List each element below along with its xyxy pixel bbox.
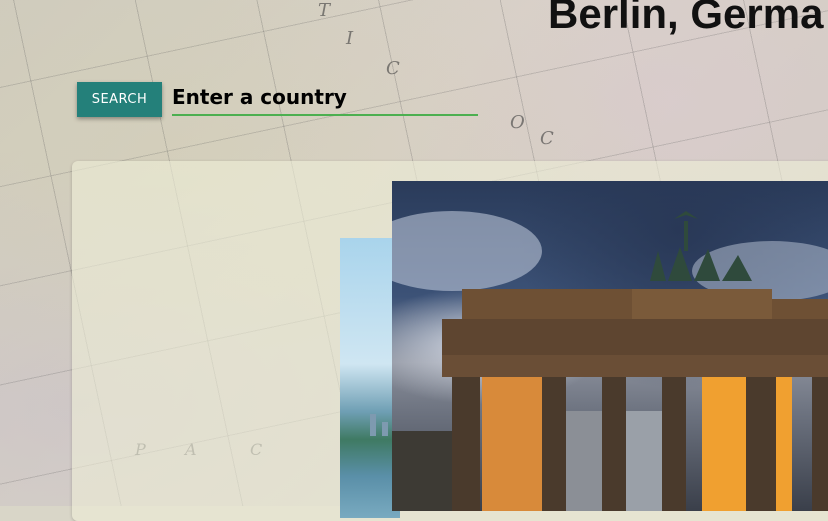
- brandenburg-gate-photo: [392, 181, 828, 511]
- photo-detail: [370, 414, 376, 436]
- brandenburg-gate-illustration: [392, 211, 828, 511]
- search-button[interactable]: SEARCH: [77, 82, 162, 117]
- map-label: O: [510, 112, 525, 133]
- map-label: T: [318, 0, 331, 21]
- map-label: I: [346, 28, 354, 49]
- map-label: C: [540, 128, 554, 149]
- city-river-photo: [340, 238, 400, 518]
- photo-detail: [382, 422, 388, 436]
- page-title: Berlin, Germa: [548, 0, 824, 37]
- country-search-input[interactable]: [172, 80, 478, 116]
- map-label: C: [386, 58, 400, 79]
